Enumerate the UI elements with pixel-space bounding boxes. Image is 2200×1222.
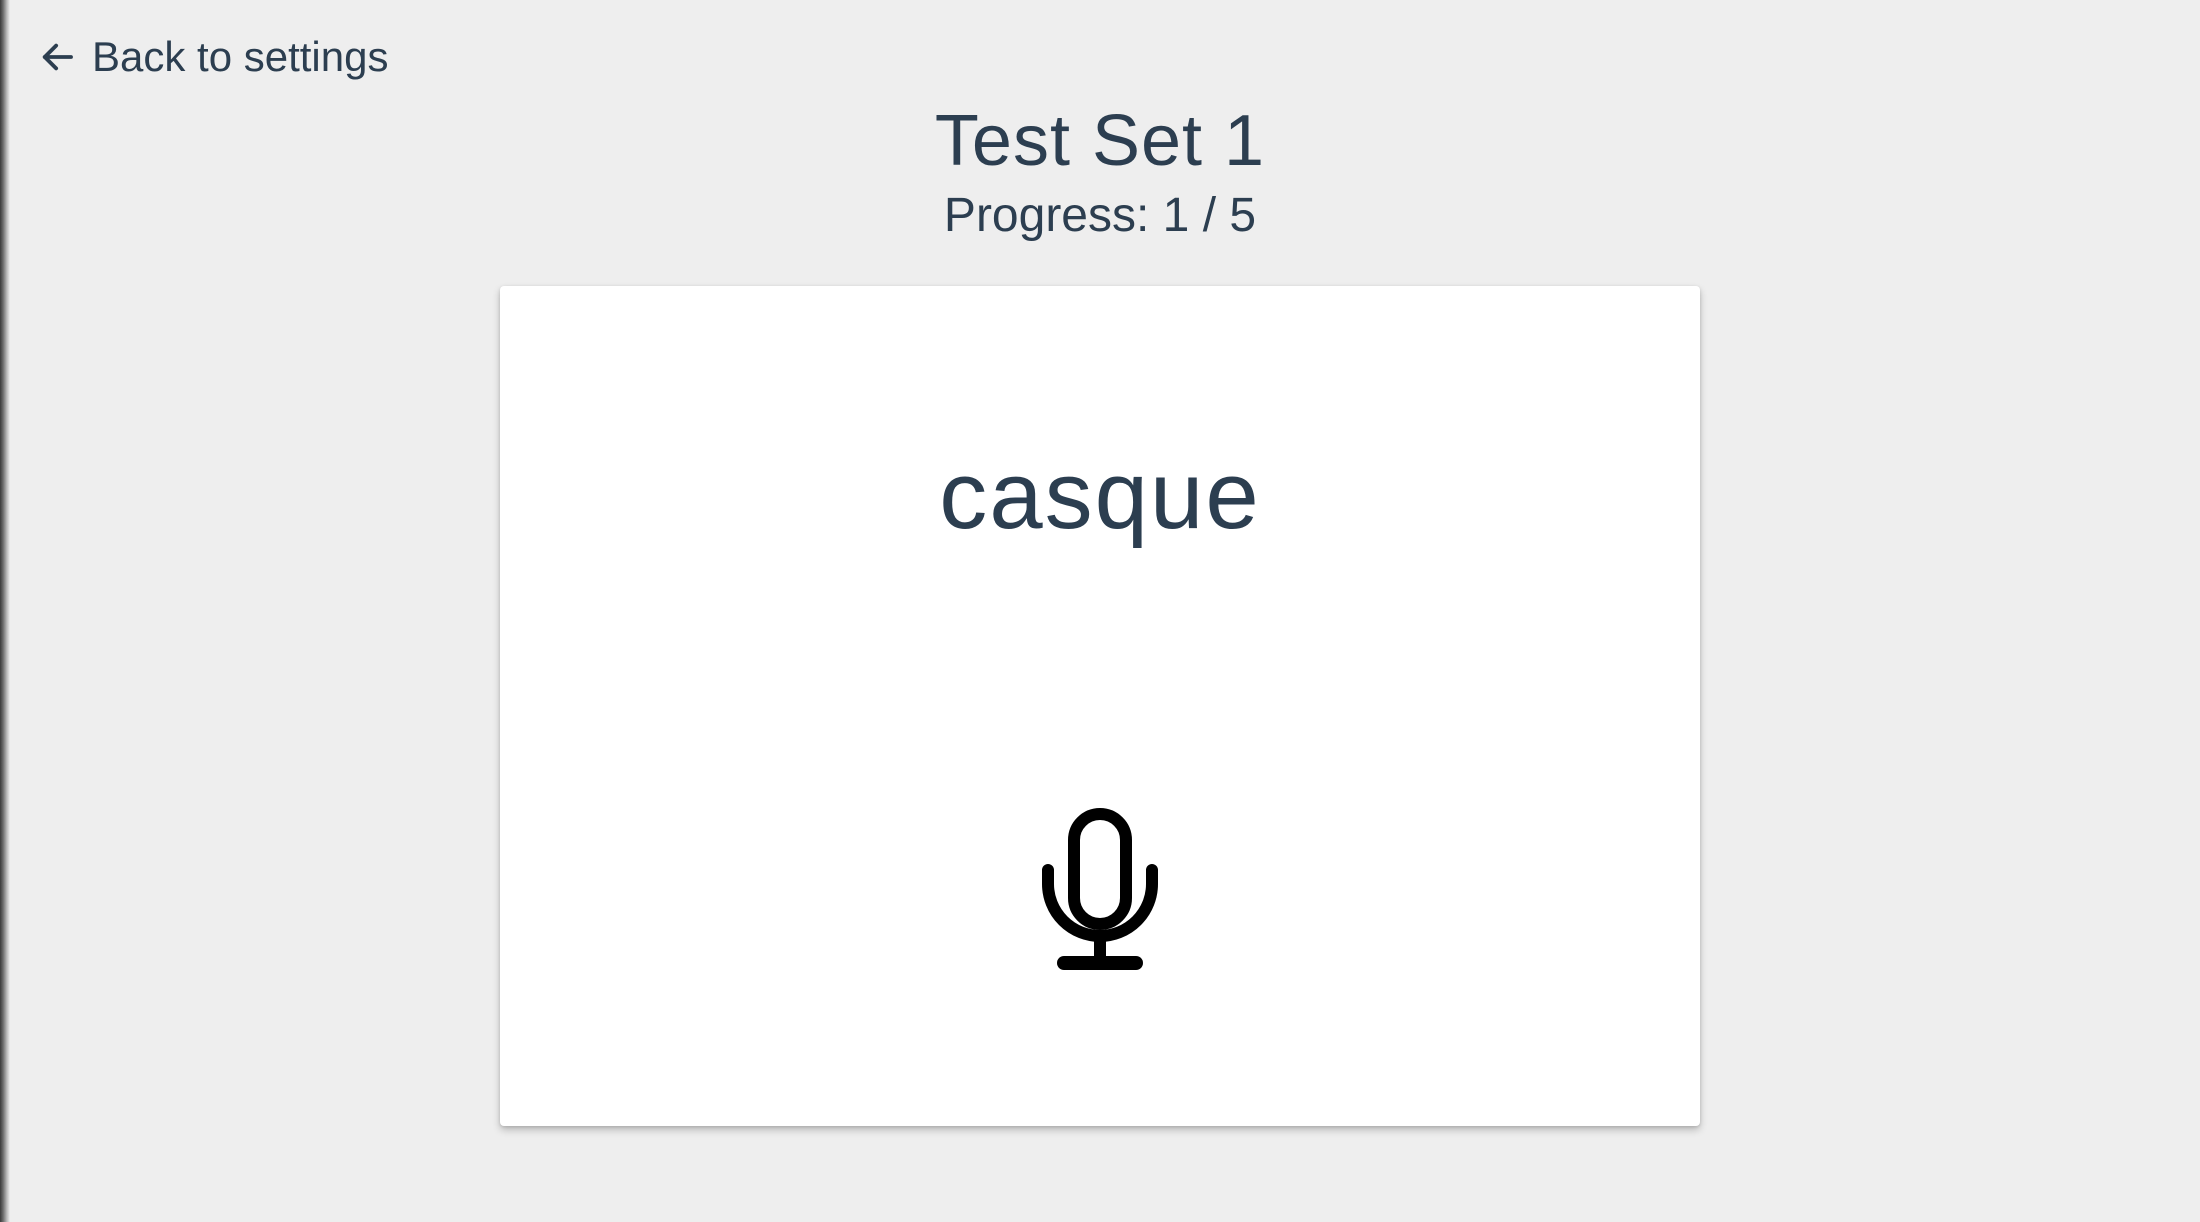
page-header: Test Set 1 Progress: 1 / 5: [0, 96, 2200, 246]
back-to-settings-link[interactable]: Back to settings: [36, 30, 388, 84]
arrow-left-icon: [36, 36, 78, 78]
flashcard-word: casque: [939, 442, 1261, 549]
flashcard: casque: [500, 286, 1700, 1126]
back-link-label: Back to settings: [92, 33, 389, 80]
flashcard-test-page: Back to settings Test Set 1 Progress: 1 …: [0, 0, 2200, 1222]
progress-text: Progress: 1 / 5: [943, 189, 1257, 242]
microphone-button[interactable]: [1040, 808, 1160, 972]
microphone-icon: [1040, 808, 1160, 972]
page-title: Test Set 1: [934, 101, 1266, 181]
